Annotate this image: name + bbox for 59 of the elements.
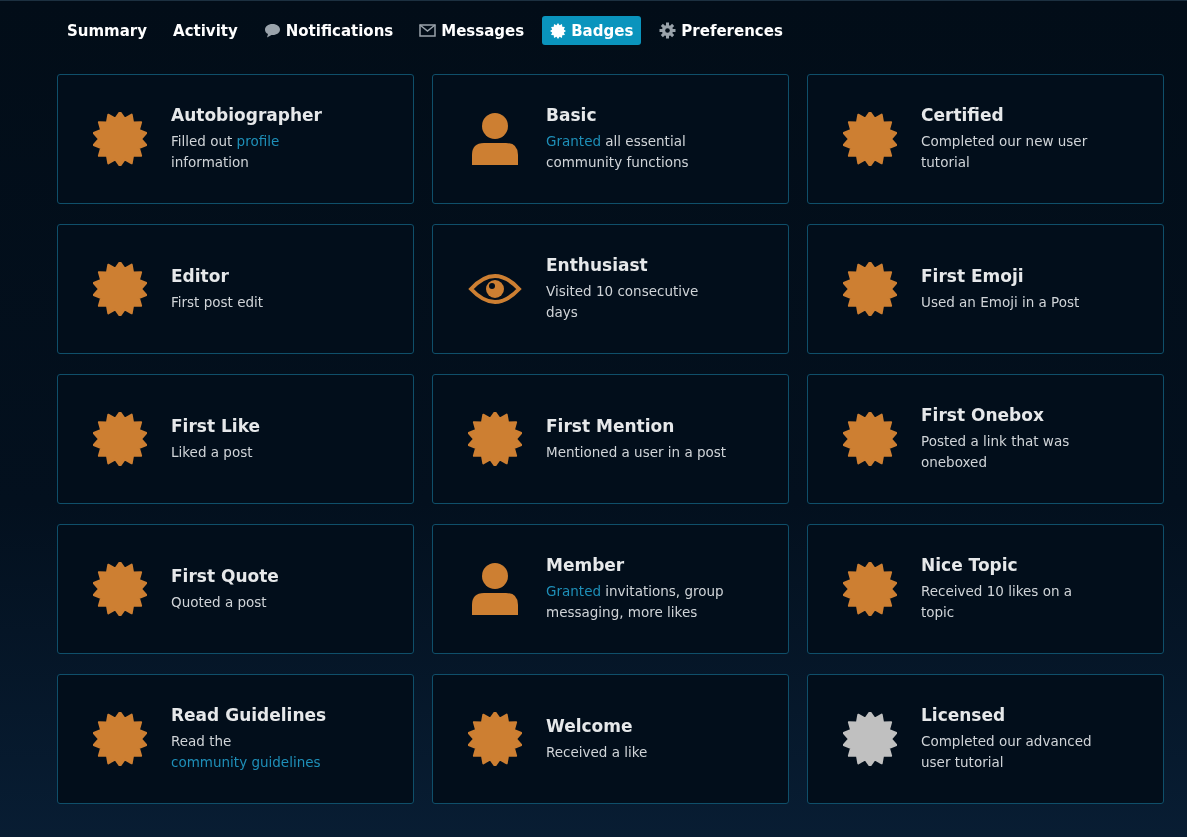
badge-title: Welcome [546, 715, 634, 736]
nav-tab[interactable]: Summary [59, 16, 156, 45]
badge-description: Liked a post [171, 442, 254, 462]
description-link[interactable]: profile [236, 133, 280, 149]
badge-card[interactable]: Licensed Completed our advanced user tutorial [807, 674, 1164, 804]
badge-card[interactable]: Member Granted invitations, group messaging, more likes [432, 524, 789, 654]
badge-title: Editor [171, 265, 230, 286]
badge-description: Filled out profile information [171, 132, 281, 172]
badge-title: Licensed [921, 705, 1007, 725]
badge-description: Quoted a post [171, 592, 268, 612]
badge-description: Read the community guidelines [171, 732, 322, 772]
badge-title: Nice Topic [921, 555, 1019, 575]
badge-title: Read Guidelines [171, 705, 328, 725]
badge-title: First Mention [546, 415, 676, 436]
nav-tab[interactable]: Badges [542, 16, 642, 45]
speech-bubble-icon [263, 23, 281, 38]
badge-description: Received a like [546, 742, 648, 762]
badge-description: Mentioned a user in a post [546, 442, 727, 462]
badge-title: Certified [921, 105, 1005, 125]
badge-card[interactable]: First Emoji Used an Emoji in a Post [807, 224, 1164, 354]
badge-card[interactable]: First Mention Mentioned a user in a post [432, 374, 789, 504]
description-link[interactable]: community guidelines [171, 754, 321, 770]
badge-description: Used an Emoji in a Post [921, 292, 1080, 312]
description-link[interactable]: Granted [546, 133, 601, 149]
badge-card[interactable]: Nice Topic Received 10 likes on a topic [807, 524, 1164, 654]
badge-title: Member [546, 555, 626, 575]
badge-description: Visited 10 consecutive days [546, 282, 700, 322]
badge-card[interactable]: First Like Liked a post [57, 374, 414, 504]
nav-tab[interactable]: Messages [411, 16, 533, 45]
badge-title: First Quote [171, 565, 279, 586]
badge-title: Basic [546, 105, 598, 125]
badge-title: Enthusiast [546, 255, 649, 275]
badge-title: First Like [171, 415, 261, 436]
badge-card[interactable]: Welcome Received a like [432, 674, 789, 804]
nav-tab[interactable]: Notifications [255, 16, 402, 45]
badge-burst-icon [550, 22, 567, 39]
badge-description: Granted all essential community functions [546, 132, 690, 172]
badge-description: Posted a link that was oneboxed [921, 432, 1071, 472]
badge-card[interactable]: Enthusiast Visited 10 consecutive days [432, 224, 789, 354]
badge-description: First post edit [171, 292, 264, 312]
badge-description: Granted invitations, group messaging, more likes [546, 582, 725, 622]
badge-title: Autobiographer [171, 105, 323, 125]
badge-card[interactable]: Certified Completed our new user tutorial [807, 74, 1164, 204]
badge-title: First Emoji [921, 265, 1025, 286]
envelope-icon [419, 24, 437, 37]
badge-card[interactable]: Editor First post edit [57, 224, 414, 354]
description-link[interactable]: Granted [546, 583, 601, 599]
badge-description: Received 10 likes on a topic [921, 582, 1074, 622]
badge-description: Completed our new user tutorial [921, 132, 1089, 172]
badge-card[interactable]: First Quote Quoted a post [57, 524, 414, 654]
nav-tab[interactable]: Preferences [651, 16, 791, 45]
gear-icon [659, 22, 677, 39]
badge-card[interactable]: Read Guidelines Read the community guidelines [57, 674, 414, 804]
badge-card[interactable]: Autobiographer Filled out profile information [57, 74, 414, 204]
badge-card[interactable]: Basic Granted all essential community functions [432, 74, 789, 204]
badge-description: Completed our advanced user tutorial [921, 732, 1093, 772]
badge-title: First Onebox [921, 405, 1045, 425]
nav-tab[interactable]: Activity [165, 16, 246, 45]
badge-card[interactable]: First Onebox Posted a link that was oneboxed [807, 374, 1164, 504]
